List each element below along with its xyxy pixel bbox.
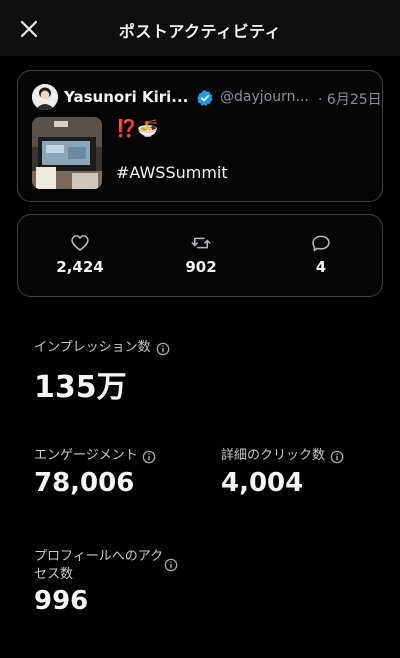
repost-icon: [191, 237, 211, 249]
date-separator: ·: [318, 92, 323, 108]
post-image-thumbnail[interactable]: [32, 117, 102, 189]
verified-badge-icon: [197, 90, 213, 106]
detail-clicks-label: 詳細のクリック数: [221, 448, 326, 463]
replies-stat[interactable]: 4: [276, 233, 366, 276]
author-name[interactable]: Yasunori Kiri...: [64, 88, 188, 106]
avatar-image: [32, 84, 58, 110]
engagements-value: 78,006: [34, 468, 135, 498]
info-icon[interactable]: [164, 558, 178, 572]
reposts-count: 902: [185, 258, 217, 276]
thumbnail-image: [32, 117, 102, 189]
avatar[interactable]: [32, 84, 58, 110]
page-title: ポストアクティビティ: [118, 22, 282, 41]
header-bar: ポストアクティビティ: [0, 0, 400, 56]
post-hashtag[interactable]: #AWSSummit: [116, 163, 228, 182]
engagements-label: エンゲージメント: [34, 448, 138, 463]
info-icon[interactable]: [142, 450, 156, 464]
engagement-summary-card: 2,424 902 4: [17, 214, 383, 297]
author-handle: @dayjourn...: [220, 89, 309, 105]
reply-icon: [312, 235, 330, 252]
reposts-stat[interactable]: 902: [156, 233, 246, 276]
impressions-value: 135万: [34, 370, 127, 405]
info-icon[interactable]: [156, 342, 170, 356]
impressions-label: インプレッション数: [34, 340, 151, 355]
profile-visits-label: プロフィールへのアクセス数: [34, 549, 164, 582]
likes-count: 2,424: [56, 258, 104, 276]
date-text: 6月25日: [326, 92, 382, 108]
detail-clicks-value: 4,004: [221, 468, 304, 498]
heart-icon: [71, 235, 89, 251]
profile-visits-value: 996: [34, 586, 89, 616]
info-icon[interactable]: [330, 450, 344, 464]
post-text-emoji: ⁉️🍜: [116, 119, 159, 139]
post-date: · 6月25日: [318, 89, 382, 109]
replies-count: 4: [315, 258, 327, 276]
post-preview-card[interactable]: Yasunori Kiri... @dayjourn... · 6月25日 ⁉️…: [17, 70, 383, 202]
likes-stat[interactable]: 2,424: [35, 233, 125, 276]
